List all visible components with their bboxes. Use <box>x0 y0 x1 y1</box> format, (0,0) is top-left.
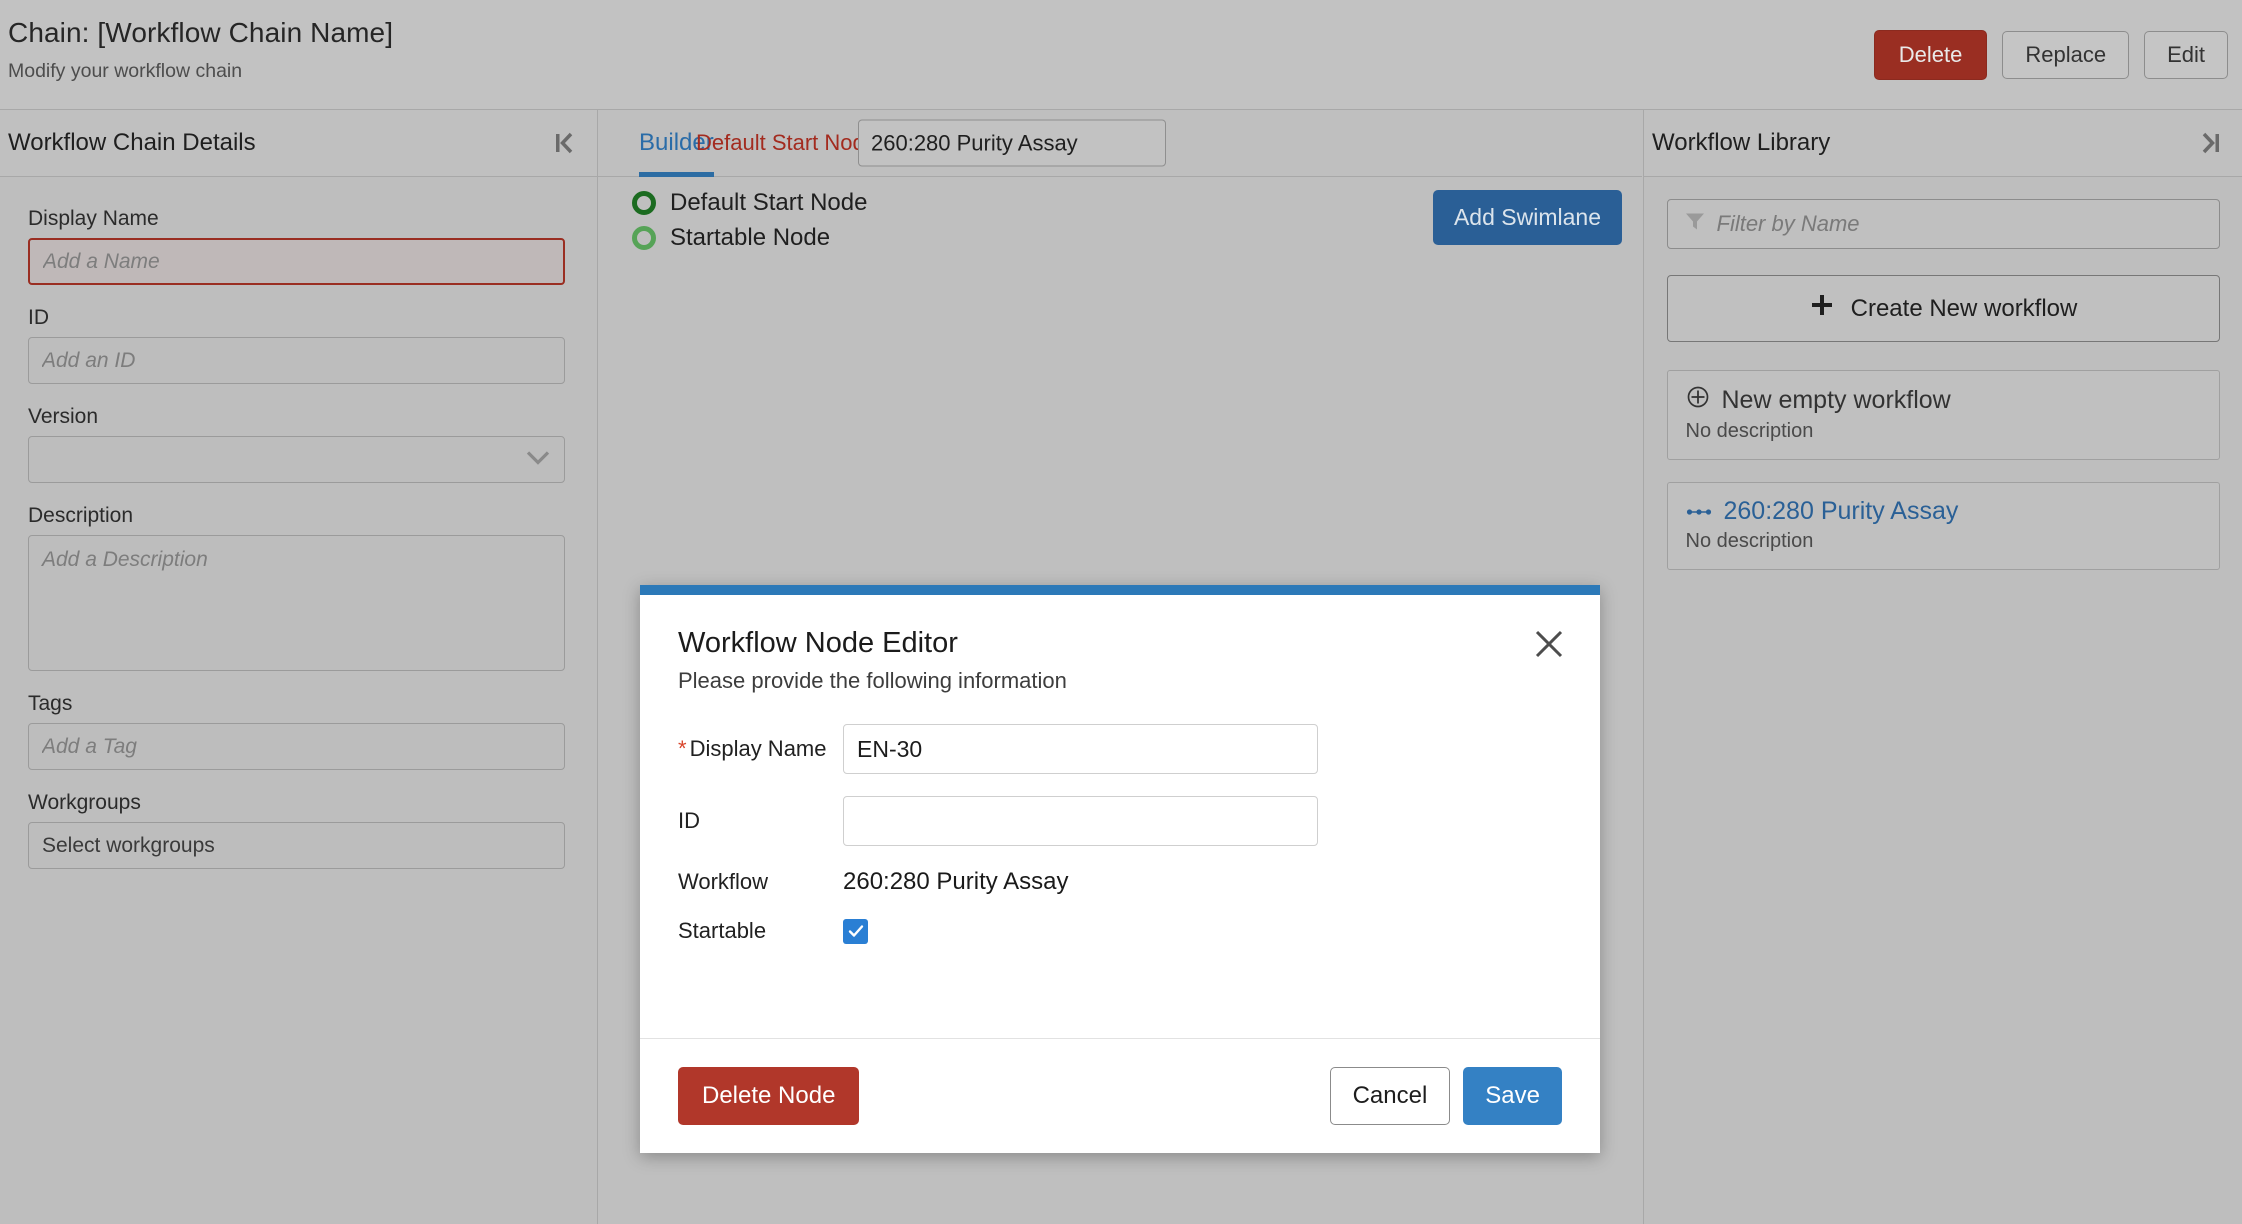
field-tags: Tags <box>28 692 569 770</box>
modal-startable-label: Startable <box>678 918 767 943</box>
workflow-library-panel: Workflow Library Filter by Name Create N… <box>1643 110 2242 1224</box>
modal-title: Workflow Node Editor <box>678 627 958 659</box>
modal-row-id: ID <box>678 796 1562 846</box>
cancel-button[interactable]: Cancel <box>1329 1067 1451 1125</box>
field-workgroups: Workgroups Select workgroups <box>28 791 569 869</box>
default-start-node-ring-icon <box>632 191 656 215</box>
workflow-card-title: 260:280 Purity Assay <box>1723 497 1959 525</box>
replace-button[interactable]: Replace <box>2002 31 2130 79</box>
tags-input[interactable] <box>28 723 565 770</box>
workflow-card-description: No description <box>1685 530 1814 552</box>
modal-display-name-input[interactable] <box>843 724 1318 774</box>
modal-workflow-value: 260:280 Purity Assay <box>843 868 1069 895</box>
modal-row-startable: Startable <box>678 918 1562 944</box>
workflow-card-title-row: 260:280 Purity Assay <box>1686 497 2201 526</box>
right-panel-title: Workflow Library <box>1652 129 1831 156</box>
default-start-node-label: Default Start Node: <box>696 130 884 155</box>
chain-details-form: Display Name ID Version <box>0 177 597 869</box>
version-select[interactable] <box>28 436 565 483</box>
left-panel-title: Workflow Chain Details <box>8 129 256 156</box>
legend-label: Default Start Node <box>670 189 868 216</box>
modal-row-workflow: Workflow 260:280 Purity Assay <box>678 868 1562 896</box>
description-label: Description <box>28 504 134 527</box>
modal-row-display-name: * Display Name <box>678 724 1562 774</box>
delete-node-button[interactable]: Delete Node <box>678 1067 860 1125</box>
modal-id-label: ID <box>678 808 700 833</box>
version-label: Version <box>28 405 99 428</box>
workgroups-label: Workgroups <box>28 791 141 814</box>
modal-display-name-label-text: Display Name <box>689 736 827 761</box>
modal-subtitle: Please provide the following information <box>678 668 1067 693</box>
edit-button[interactable]: Edit <box>2144 31 2228 79</box>
create-new-workflow-button[interactable]: Create New workflow <box>1666 275 2220 342</box>
list-item[interactable]: New empty workflow No description <box>1666 370 2220 460</box>
legend-item-default-start: Default Start Node <box>632 189 867 217</box>
modal-footer: Delete Node Cancel Save <box>640 1039 1600 1153</box>
field-id: ID <box>28 306 569 384</box>
legend-label: Startable Node <box>670 224 831 251</box>
modal-id-input[interactable] <box>843 796 1318 846</box>
collapse-left-icon[interactable] <box>547 126 581 160</box>
required-marker: * <box>678 736 687 761</box>
plus-icon <box>1809 292 1835 325</box>
description-textarea[interactable] <box>28 535 565 671</box>
display-name-input[interactable] <box>28 238 565 285</box>
tags-label: Tags <box>28 692 73 715</box>
list-item[interactable]: 260:280 Purity Assay No description <box>1666 482 2220 570</box>
display-name-label: Display Name <box>28 207 159 230</box>
workflow-dots-icon <box>1686 497 1712 526</box>
plus-circle-icon <box>1686 385 1710 416</box>
save-button[interactable]: Save <box>1463 1067 1562 1125</box>
modal-footer-right: Cancel Save <box>1329 1067 1562 1125</box>
modal-body: *Display Name ID Workflow 260:280 Purity… <box>640 694 1600 944</box>
field-version: Version <box>28 405 569 483</box>
right-panel-header: Workflow Library <box>1644 110 2242 177</box>
builder-toolbar: Builder Default Start Node: 260:280 Puri… <box>598 110 2220 177</box>
workflow-chain-details-panel: Workflow Chain Details Display Name ID V… <box>0 110 598 1224</box>
left-panel-header: Workflow Chain Details <box>0 110 597 177</box>
modal-display-name-label: * Display Name <box>678 736 843 762</box>
workflow-card-description: No description <box>1685 420 1814 442</box>
top-header: Chain: [Workflow Chain Name] Modify your… <box>0 0 2242 110</box>
page-title: Chain: [Workflow Chain Name] <box>8 17 394 48</box>
workflow-card-title: New empty workflow <box>1721 386 1951 414</box>
close-icon[interactable] <box>1530 625 1568 663</box>
default-start-node-select[interactable]: 260:280 Purity Assay <box>858 119 1166 167</box>
startable-checkbox[interactable] <box>843 918 868 944</box>
checkmark-icon <box>848 925 863 937</box>
library-body: Create New workflow New empty workflow N… <box>1644 177 2242 570</box>
id-input[interactable] <box>28 337 565 384</box>
add-swimlane-button[interactable]: Add Swimlane <box>1432 190 1622 245</box>
legend-item-startable: Startable Node <box>632 224 867 252</box>
filter-field-wrap <box>1666 199 2220 249</box>
modal-header: Workflow Node Editor Please provide the … <box>640 595 1600 694</box>
create-new-workflow-label: Create New workflow <box>1850 294 2078 322</box>
workflow-node-editor-dialog: Workflow Node Editor Please provide the … <box>640 585 1600 1153</box>
page-subtitle: Modify your workflow chain <box>8 60 243 82</box>
workflow-card-title-row: New empty workflow <box>1686 385 2201 416</box>
filter-by-name-input[interactable] <box>1666 199 2220 249</box>
header-actions: Delete Replace Edit <box>1873 30 2228 80</box>
workgroups-select[interactable]: Select workgroups <box>28 822 565 869</box>
app-root: Chain: [Workflow Chain Name] Modify your… <box>0 0 2242 1224</box>
delete-button[interactable]: Delete <box>1873 30 1988 80</box>
field-description: Description <box>28 504 569 671</box>
id-label: ID <box>28 306 49 329</box>
collapse-right-icon[interactable] <box>2194 126 2228 160</box>
field-display-name: Display Name <box>28 207 569 285</box>
startable-node-ring-icon <box>632 226 656 250</box>
modal-accent-bar <box>640 585 1600 595</box>
node-legend: Default Start Node Startable Node <box>632 189 867 259</box>
modal-workflow-label: Workflow <box>678 869 769 894</box>
